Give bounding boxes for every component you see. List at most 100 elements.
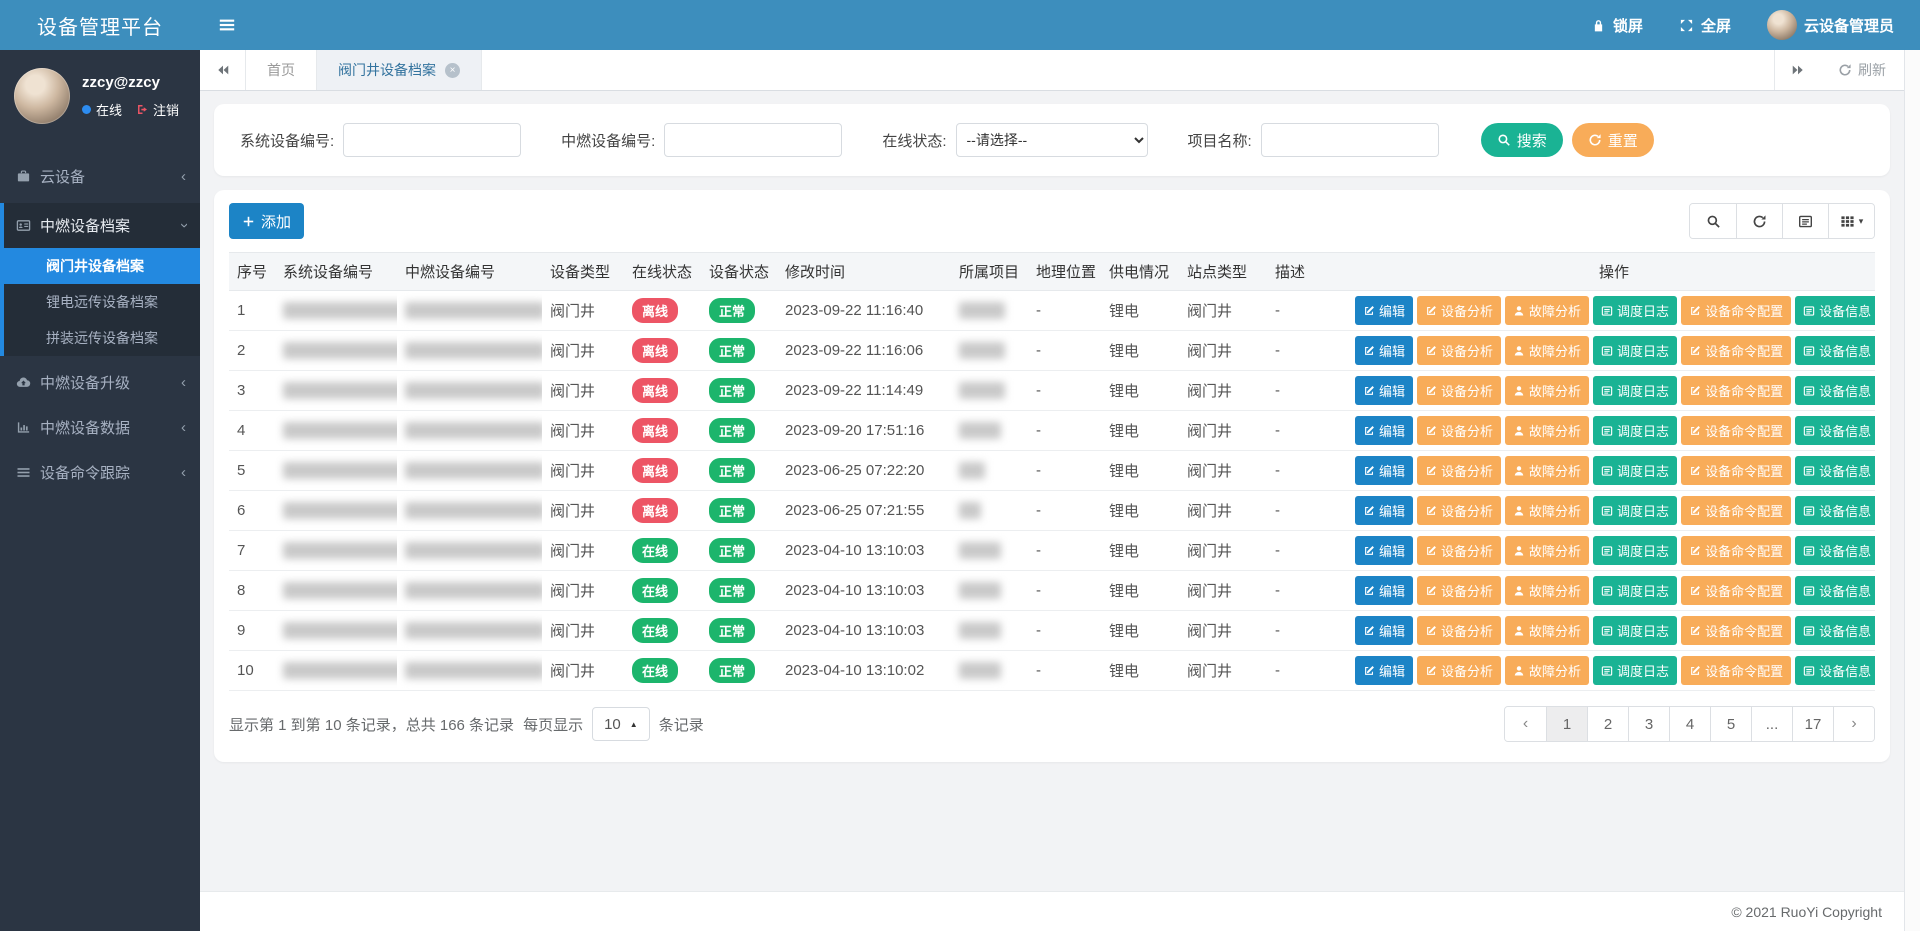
dispatch-log-button[interactable]: 调度日志 [1593, 496, 1677, 525]
device-info-button[interactable]: 设备信息 [1795, 456, 1875, 485]
logout-button[interactable]: 注销 [136, 100, 179, 119]
sidebar-item-valve-well-archive[interactable]: 阀门井设备档案 [4, 248, 200, 284]
device-info-button[interactable]: 设备信息 [1795, 416, 1875, 445]
admin-user-menu[interactable]: 云设备管理员 [1767, 10, 1894, 40]
device-info-button[interactable]: 设备信息 [1795, 496, 1875, 525]
tab-refresh-button[interactable]: 刷新 [1820, 50, 1904, 90]
next-page-button[interactable]: › [1833, 707, 1874, 741]
device-info-button[interactable]: 设备信息 [1795, 296, 1875, 325]
device-analysis-button[interactable]: 设备分析 [1417, 576, 1501, 605]
card-list-tool-button[interactable] [1782, 204, 1828, 238]
project-name-input[interactable] [1261, 123, 1439, 157]
edit-button[interactable]: 编辑 [1355, 456, 1413, 485]
sidebar-item-device-command-trace[interactable]: 设备命令跟踪‹ [0, 450, 200, 495]
edit-button[interactable]: 编辑 [1355, 336, 1413, 365]
search-tool-button[interactable] [1690, 204, 1736, 238]
fault-analysis-button[interactable]: 故障分析 [1505, 576, 1589, 605]
dispatch-log-button[interactable]: 调度日志 [1593, 336, 1677, 365]
dispatch-log-button[interactable]: 调度日志 [1593, 376, 1677, 405]
edit-button[interactable]: 编辑 [1355, 616, 1413, 645]
page-button-1[interactable]: 1 [1546, 707, 1587, 741]
device-analysis-button[interactable]: 设备分析 [1417, 376, 1501, 405]
page-button-2[interactable]: 2 [1587, 707, 1628, 741]
lock-screen-button[interactable]: 锁屏 [1591, 15, 1643, 36]
device-info-button[interactable]: 设备信息 [1795, 616, 1875, 645]
fault-analysis-button[interactable]: 故障分析 [1505, 536, 1589, 565]
system-no-input[interactable] [343, 123, 521, 157]
device-analysis-button[interactable]: 设备分析 [1417, 296, 1501, 325]
device-command-config-button[interactable]: 设备命令配置 [1681, 296, 1791, 325]
close-icon[interactable]: × [445, 63, 460, 78]
scrollbar-rail[interactable] [1904, 50, 1920, 931]
device-command-config-button[interactable]: 设备命令配置 [1681, 616, 1791, 645]
dispatch-log-button[interactable]: 调度日志 [1593, 416, 1677, 445]
device-analysis-button[interactable]: 设备分析 [1417, 616, 1501, 645]
device-analysis-button[interactable]: 设备分析 [1417, 416, 1501, 445]
search-button[interactable]: 搜索 [1481, 123, 1563, 157]
device-info-button[interactable]: 设备信息 [1795, 376, 1875, 405]
tabs-scroll-right-button[interactable] [1774, 50, 1820, 90]
device-analysis-button[interactable]: 设备分析 [1417, 456, 1501, 485]
sidebar-item-assembled-remote-archive[interactable]: 拼装远传设备档案 [4, 320, 200, 356]
gas-no-input[interactable] [664, 123, 842, 157]
edit-button[interactable]: 编辑 [1355, 536, 1413, 565]
refresh-tool-button[interactable] [1736, 204, 1782, 238]
fullscreen-button[interactable]: 全屏 [1679, 15, 1731, 36]
edit-button[interactable]: 编辑 [1355, 656, 1413, 685]
edit-button[interactable]: 编辑 [1355, 376, 1413, 405]
page-button-5[interactable]: 5 [1710, 707, 1751, 741]
page-button-3[interactable]: 3 [1628, 707, 1669, 741]
device-command-config-button[interactable]: 设备命令配置 [1681, 496, 1791, 525]
device-analysis-button[interactable]: 设备分析 [1417, 656, 1501, 685]
device-command-config-button[interactable]: 设备命令配置 [1681, 576, 1791, 605]
device-command-config-button[interactable]: 设备命令配置 [1681, 456, 1791, 485]
edit-button[interactable]: 编辑 [1355, 296, 1413, 325]
sidebar-item-gas-device-data[interactable]: 中燃设备数据‹ [0, 405, 200, 450]
grid-tool-button[interactable]: ▾ [1828, 204, 1874, 238]
page-button-17[interactable]: 17 [1792, 707, 1833, 741]
fault-analysis-button[interactable]: 故障分析 [1505, 296, 1589, 325]
device-analysis-button[interactable]: 设备分析 [1417, 536, 1501, 565]
device-info-button[interactable]: 设备信息 [1795, 576, 1875, 605]
fault-analysis-button[interactable]: 故障分析 [1505, 656, 1589, 685]
fault-analysis-button[interactable]: 故障分析 [1505, 416, 1589, 445]
sidebar-toggle-button[interactable] [218, 16, 236, 34]
dispatch-log-button[interactable]: 调度日志 [1593, 576, 1677, 605]
fault-analysis-button[interactable]: 故障分析 [1505, 456, 1589, 485]
page-ellipsis[interactable]: ... [1751, 707, 1792, 741]
sidebar-item-gas-device-archive[interactable]: 中燃设备档案‹ [4, 203, 200, 248]
fault-analysis-button[interactable]: 故障分析 [1505, 376, 1589, 405]
device-command-config-button[interactable]: 设备命令配置 [1681, 536, 1791, 565]
device-analysis-button[interactable]: 设备分析 [1417, 336, 1501, 365]
device-analysis-button[interactable]: 设备分析 [1417, 496, 1501, 525]
tab-home[interactable]: 首页 [246, 50, 317, 90]
reset-button[interactable]: 重置 [1572, 123, 1654, 157]
page-size-select[interactable]: 10 ▲ [592, 707, 650, 741]
dispatch-log-button[interactable]: 调度日志 [1593, 536, 1677, 565]
page-button-4[interactable]: 4 [1669, 707, 1710, 741]
device-command-config-button[interactable]: 设备命令配置 [1681, 336, 1791, 365]
sidebar-item-lithium-remote-archive[interactable]: 锂电远传设备档案 [4, 284, 200, 320]
fault-analysis-button[interactable]: 故障分析 [1505, 336, 1589, 365]
device-command-config-button[interactable]: 设备命令配置 [1681, 416, 1791, 445]
edit-button[interactable]: 编辑 [1355, 416, 1413, 445]
edit-button[interactable]: 编辑 [1355, 576, 1413, 605]
dispatch-log-button[interactable]: 调度日志 [1593, 656, 1677, 685]
edit-button[interactable]: 编辑 [1355, 496, 1413, 525]
dispatch-log-button[interactable]: 调度日志 [1593, 296, 1677, 325]
dispatch-log-button[interactable]: 调度日志 [1593, 456, 1677, 485]
sidebar-item-cloud-device[interactable]: 云设备‹ [0, 154, 200, 199]
device-command-config-button[interactable]: 设备命令配置 [1681, 656, 1791, 685]
online-status-select[interactable]: --请选择-- [956, 123, 1148, 157]
fault-analysis-button[interactable]: 故障分析 [1505, 496, 1589, 525]
tab-valve-well-archive[interactable]: 阀门井设备档案 × [317, 50, 482, 90]
device-command-config-button[interactable]: 设备命令配置 [1681, 376, 1791, 405]
fault-analysis-button[interactable]: 故障分析 [1505, 616, 1589, 645]
sidebar-item-gas-device-upgrade[interactable]: 中燃设备升级‹ [0, 360, 200, 405]
device-info-button[interactable]: 设备信息 [1795, 536, 1875, 565]
prev-page-button[interactable]: ‹ [1505, 707, 1546, 741]
add-button[interactable]: 添加 [229, 203, 304, 239]
dispatch-log-button[interactable]: 调度日志 [1593, 616, 1677, 645]
device-info-button[interactable]: 设备信息 [1795, 336, 1875, 365]
tabs-scroll-left-button[interactable] [200, 50, 246, 90]
